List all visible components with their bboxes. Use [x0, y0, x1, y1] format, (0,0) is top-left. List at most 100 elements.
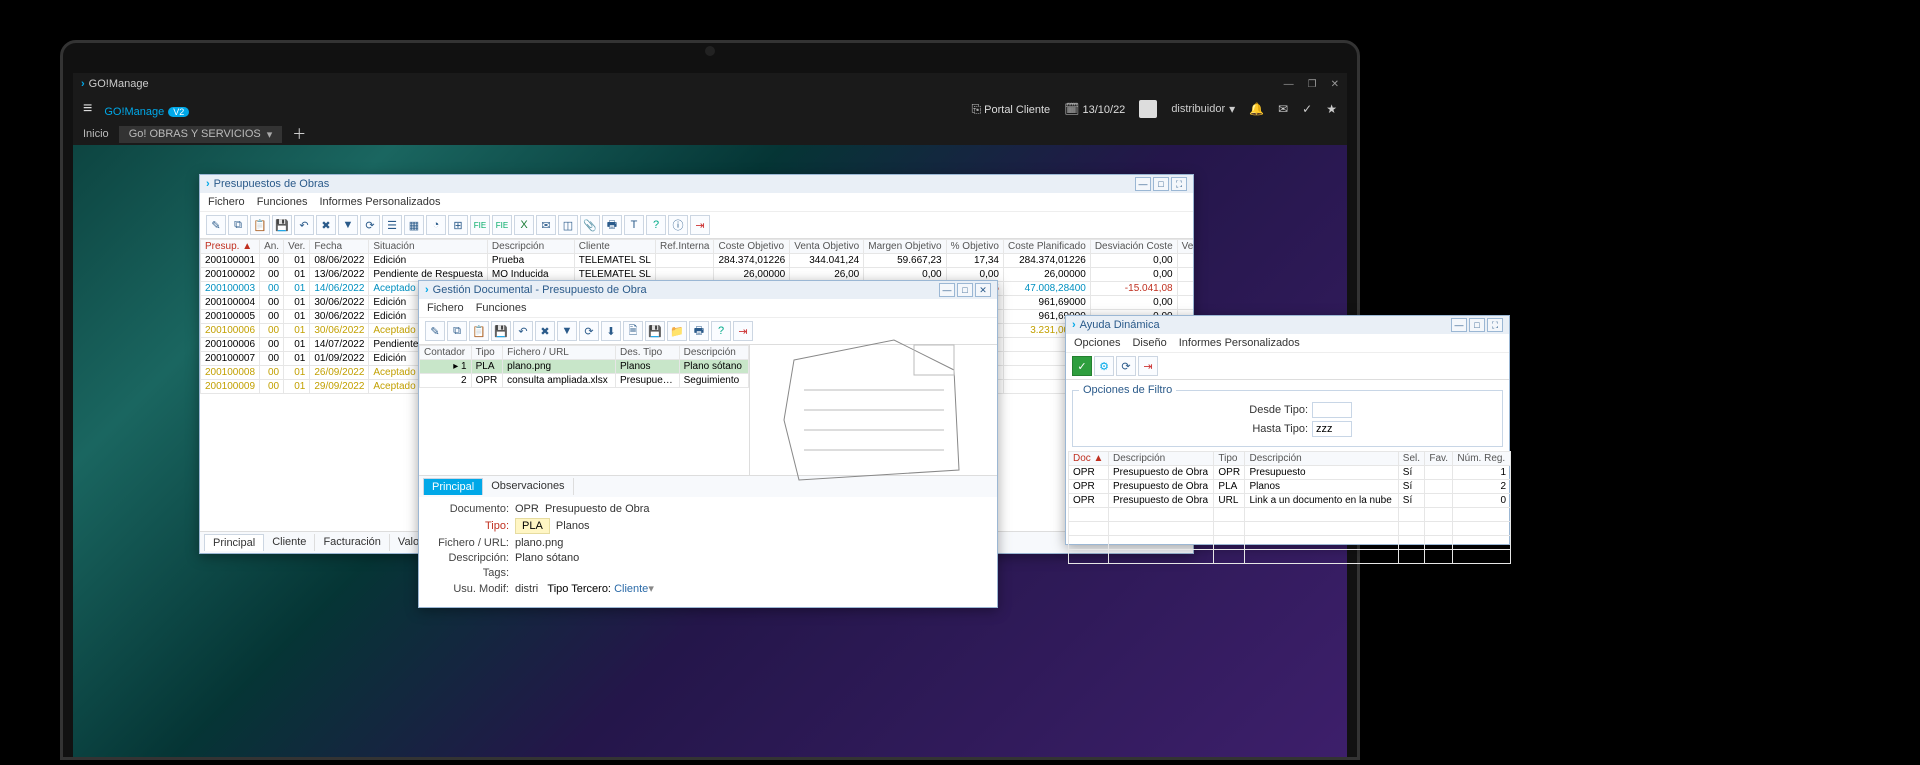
presup-window-header[interactable]: › Presupuestos de Obras — □ ⛶	[200, 175, 1193, 193]
col-header[interactable]: Descripción	[679, 346, 748, 360]
tab-gol[interactable]: Go! OBRAS Y SERVICIOS▾	[119, 126, 283, 143]
col-header[interactable]: Margen Objetivo	[864, 240, 946, 254]
menu-item[interactable]: Funciones	[476, 302, 527, 314]
col-header[interactable]: Descripción	[487, 240, 574, 254]
menu-item[interactable]: Informes Personalizados	[319, 196, 440, 208]
dyn-menu[interactable]: Opciones Diseño Informes Personalizados	[1066, 334, 1509, 353]
col-header[interactable]: Venta Objetivo	[790, 240, 864, 254]
undo-icon[interactable]: ↶	[513, 321, 533, 341]
restore-button[interactable]: □	[957, 283, 973, 297]
col-header[interactable]: Descripción	[1108, 452, 1213, 466]
paste-icon[interactable]: 📋	[469, 321, 489, 341]
menu-item[interactable]: Fichero	[427, 302, 464, 314]
accept-icon[interactable]: ✓	[1072, 356, 1092, 376]
portal-link[interactable]: ⎘ Portal Cliente	[971, 102, 1050, 117]
dyn-window-header[interactable]: › Ayuda Dinámica — □ ⛶	[1066, 316, 1509, 334]
tercero-value[interactable]: Cliente	[614, 583, 648, 595]
maximize-button[interactable]: ⛶	[1171, 177, 1187, 191]
undo-icon[interactable]: ↶	[294, 215, 314, 235]
close-button[interactable]: ✕	[975, 283, 991, 297]
sub-tab[interactable]: Principal	[423, 478, 483, 495]
col-header[interactable]: Fichero / URL	[503, 346, 616, 360]
copy-icon[interactable]: ⧉	[228, 215, 248, 235]
abc-icon[interactable]: FIE	[492, 215, 512, 235]
info-icon[interactable]: ⓘ	[668, 215, 688, 235]
chart-icon[interactable]: ◫	[558, 215, 578, 235]
window-close-icon[interactable]: ✕	[1331, 79, 1339, 90]
tab-close-icon[interactable]: ▾	[267, 128, 273, 141]
copy-icon[interactable]: ⧉	[447, 321, 467, 341]
col-header[interactable]: Ver.	[284, 240, 310, 254]
desde-input[interactable]	[1312, 402, 1352, 418]
col-header[interactable]: Venta Planific.	[1177, 240, 1193, 254]
dyn-grid[interactable]: Doc ▲DescripciónTipoDescripciónSel.Fav.N…	[1068, 451, 1511, 564]
table-row[interactable]: OPRPresupuesto de ObraURLLink a un docum…	[1069, 494, 1511, 508]
menu-item[interactable]: Funciones	[257, 196, 308, 208]
col-header[interactable]: Desviación Coste	[1090, 240, 1177, 254]
bottom-tab[interactable]: Facturación	[315, 534, 389, 551]
table-icon[interactable]: ⊞	[448, 215, 468, 235]
print-icon[interactable]: 🖶	[689, 321, 709, 341]
filter-icon[interactable]: ▼	[338, 215, 358, 235]
col-header[interactable]: Coste Objetivo	[714, 240, 790, 254]
refresh-icon[interactable]: ⟳	[1116, 356, 1136, 376]
doc-menu[interactable]: Fichero Funciones	[419, 299, 997, 318]
menu-item[interactable]: Informes Personalizados	[1179, 337, 1300, 349]
table-row[interactable]: OPRPresupuesto de ObraPLAPlanosSí2	[1069, 480, 1511, 494]
col-header[interactable]: Núm. Reg.	[1453, 452, 1511, 466]
user-dropdown[interactable]: distribuidor▾	[1171, 102, 1235, 116]
folder-icon[interactable]: 📁	[667, 321, 687, 341]
bottom-tab[interactable]: Cliente	[264, 534, 315, 551]
list-icon[interactable]: ☰	[382, 215, 402, 235]
tipo-value[interactable]: PLA	[515, 518, 550, 534]
presup-menu[interactable]: FicheroFuncionesInformes Personalizados	[200, 193, 1193, 212]
tab-home[interactable]: Inicio	[83, 128, 109, 140]
maximize-button[interactable]: ⛶	[1487, 318, 1503, 332]
refresh-icon[interactable]: ⟳	[579, 321, 599, 341]
menu-item[interactable]: Opciones	[1074, 337, 1120, 349]
mail-icon[interactable]: ✉	[1278, 102, 1288, 116]
minimize-button[interactable]: —	[1451, 318, 1467, 332]
doc-save-icon[interactable]: 💾	[645, 321, 665, 341]
table-row[interactable]: 2OPRconsulta ampliada.xlsxPresupue…Segui…	[420, 374, 749, 388]
mail2-icon[interactable]: ✉	[536, 215, 556, 235]
doc-down-icon[interactable]: ⬇	[601, 321, 621, 341]
col-header[interactable]: Doc ▲	[1069, 452, 1109, 466]
star-icon[interactable]: ★	[1326, 102, 1337, 116]
edit-icon[interactable]: ✎	[425, 321, 445, 341]
restore-button[interactable]: □	[1469, 318, 1485, 332]
col-header[interactable]: Contador	[420, 346, 472, 360]
check-icon[interactable]: ✓	[1302, 102, 1312, 116]
clock-icon[interactable]: ◔	[426, 215, 446, 235]
window-minimize-icon[interactable]: —	[1284, 79, 1294, 90]
minimize-button[interactable]: —	[1135, 177, 1151, 191]
menu-item[interactable]: Diseño	[1132, 337, 1166, 349]
save-icon[interactable]: 💾	[491, 321, 511, 341]
delete-icon[interactable]: ✖	[535, 321, 555, 341]
fie-icon[interactable]: FIE	[470, 215, 490, 235]
paste-icon[interactable]: 📋	[250, 215, 270, 235]
help-icon[interactable]: ?	[711, 321, 731, 341]
grid-icon[interactable]: ▦	[404, 215, 424, 235]
filter-icon[interactable]: ▼	[557, 321, 577, 341]
hamburger-icon[interactable]: ≡	[83, 100, 92, 118]
avatar-icon[interactable]	[1139, 100, 1157, 118]
help-icon[interactable]: ?	[646, 215, 666, 235]
bell-icon[interactable]: 🔔	[1249, 102, 1264, 116]
col-header[interactable]: Situación	[369, 240, 488, 254]
col-header[interactable]: Des. Tipo	[615, 346, 679, 360]
exit-icon[interactable]: ⇥	[1138, 356, 1158, 376]
doc-window-header[interactable]: › Gestión Documental - Presupuesto de Ob…	[419, 281, 997, 299]
exit-icon[interactable]: ⇥	[733, 321, 753, 341]
tab-add-icon[interactable]: ＋	[292, 124, 306, 144]
table-row[interactable]: OPRPresupuesto de ObraOPRPresupuestoSí1	[1069, 466, 1511, 480]
col-header[interactable]: Fecha	[310, 240, 369, 254]
save-icon[interactable]: 💾	[272, 215, 292, 235]
col-header[interactable]: Ref.Interna	[655, 240, 713, 254]
table-row[interactable]: 200100001000108/06/2022Edición PruebaTEL…	[201, 254, 1194, 268]
table-row[interactable]: ▸ 1PLAplano.pngPlanosPlano sótano	[420, 360, 749, 374]
gear-icon[interactable]: ⚙	[1094, 356, 1114, 376]
chevron-down-icon[interactable]: ▾	[648, 582, 654, 595]
edit-icon[interactable]: ✎	[206, 215, 226, 235]
restore-button[interactable]: □	[1153, 177, 1169, 191]
